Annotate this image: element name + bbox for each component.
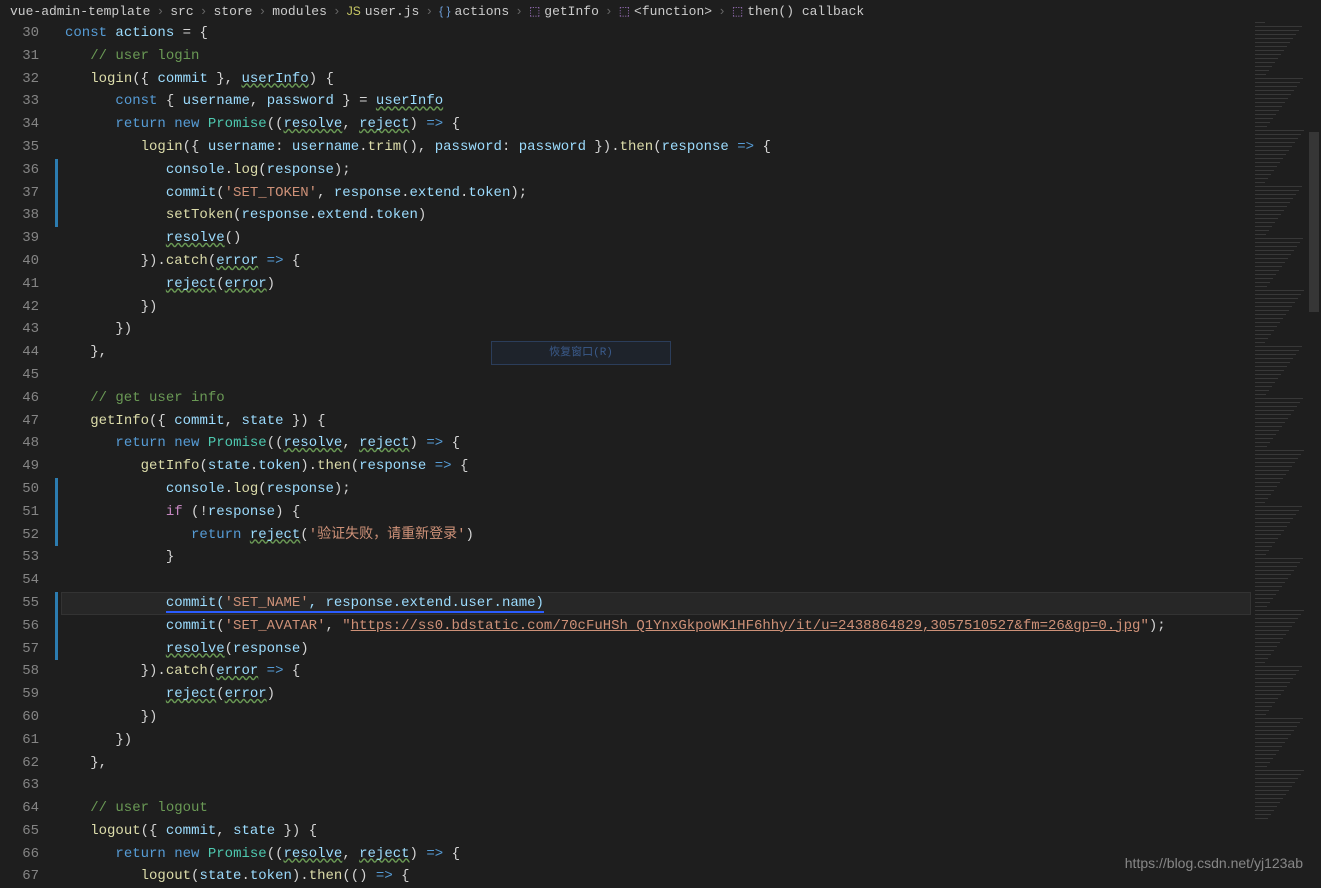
code-line[interactable]: }).catch(error => { [65, 250, 1251, 273]
chevron-right-icon: › [198, 4, 210, 19]
code-line[interactable]: }) [65, 706, 1251, 729]
code-line[interactable]: setToken(response.extend.token) [65, 204, 1251, 227]
code-line[interactable]: }) [65, 296, 1251, 319]
code-line[interactable]: return new Promise((resolve, reject) => … [65, 432, 1251, 455]
code-line[interactable]: console.log(response); [65, 478, 1251, 501]
js-file-icon: JS [347, 4, 361, 18]
code-line[interactable]: resolve(response) [65, 638, 1251, 661]
method-icon: ⬚ [732, 4, 743, 18]
code-line[interactable]: }).catch(error => { [65, 660, 1251, 683]
crumb-function[interactable]: <function> [634, 4, 712, 19]
chevron-right-icon: › [513, 4, 525, 19]
chevron-right-icon: › [154, 4, 166, 19]
code-editor[interactable]: 3031323334353637383940414243444546474849… [0, 22, 1321, 881]
code-line[interactable]: return reject('验证失败，请重新登录') [65, 524, 1251, 547]
code-line[interactable]: if (!response) { [65, 501, 1251, 524]
breadcrumb: vue-admin-template › src › store › modul… [0, 0, 1321, 22]
code-line[interactable]: logout(state.token).then(() => { [65, 865, 1251, 888]
code-line[interactable]: return new Promise((resolve, reject) => … [65, 113, 1251, 136]
crumb-getinfo[interactable]: getInfo [544, 4, 599, 19]
code-line[interactable] [65, 364, 1251, 387]
crumb-modules[interactable]: modules [272, 4, 327, 19]
code-line[interactable]: console.log(response); [65, 159, 1251, 182]
code-line[interactable]: }) [65, 729, 1251, 752]
method-icon: ⬚ [619, 4, 630, 18]
crumb-then-callback[interactable]: then() callback [747, 4, 864, 19]
line-number-gutter: 3031323334353637383940414243444546474849… [0, 22, 55, 881]
code-line[interactable]: }) [65, 318, 1251, 341]
chevron-right-icon: › [256, 4, 268, 19]
code-line[interactable]: const actions = { [65, 22, 1251, 45]
crumb-store[interactable]: store [213, 4, 252, 19]
code-line[interactable]: reject(error) [65, 273, 1251, 296]
crumb-file[interactable]: user.js [365, 4, 420, 19]
code-line[interactable]: // user login [65, 45, 1251, 68]
code-line[interactable]: const { username, password } = userInfo [65, 90, 1251, 113]
chevron-right-icon: › [603, 4, 615, 19]
code-line[interactable] [65, 774, 1251, 797]
code-line[interactable]: commit('SET_NAME', response.extend.user.… [65, 592, 1251, 615]
restore-window-button[interactable]: 恢复窗口(R) [491, 341, 671, 365]
crumb-actions[interactable]: actions [455, 4, 510, 19]
chevron-right-icon: › [716, 4, 728, 19]
code-line[interactable]: commit('SET_TOKEN', response.extend.toke… [65, 182, 1251, 205]
code-line[interactable]: getInfo(state.token).then(response => { [65, 455, 1251, 478]
chevron-right-icon: › [331, 4, 343, 19]
chevron-right-icon: › [423, 4, 435, 19]
code-line[interactable] [65, 569, 1251, 592]
code-line[interactable]: login({ commit }, userInfo) { [65, 68, 1251, 91]
code-line[interactable]: login({ username: username.trim(), passw… [65, 136, 1251, 159]
field-icon: { } [439, 4, 450, 18]
code-line[interactable]: resolve() [65, 227, 1251, 250]
code-line[interactable]: return new Promise((resolve, reject) => … [65, 843, 1251, 866]
code-line[interactable]: getInfo({ commit, state }) { [65, 410, 1251, 433]
code-line[interactable]: } [65, 546, 1251, 569]
code-line[interactable]: // get user info [65, 387, 1251, 410]
crumb-src[interactable]: src [170, 4, 193, 19]
crumb-project[interactable]: vue-admin-template [10, 4, 150, 19]
code-line[interactable]: reject(error) [65, 683, 1251, 706]
method-icon: ⬚ [529, 4, 540, 18]
code-line[interactable]: // user logout [65, 797, 1251, 820]
vertical-scrollbar[interactable] [1307, 22, 1321, 881]
code-line[interactable]: }, [65, 752, 1251, 775]
code-line[interactable]: commit('SET_AVATAR', "https://ss0.bdstat… [65, 615, 1251, 638]
scrollbar-thumb[interactable] [1309, 132, 1319, 312]
code-line[interactable]: logout({ commit, state }) { [65, 820, 1251, 843]
code-content[interactable]: const actions = { // user login login({ … [61, 22, 1251, 881]
